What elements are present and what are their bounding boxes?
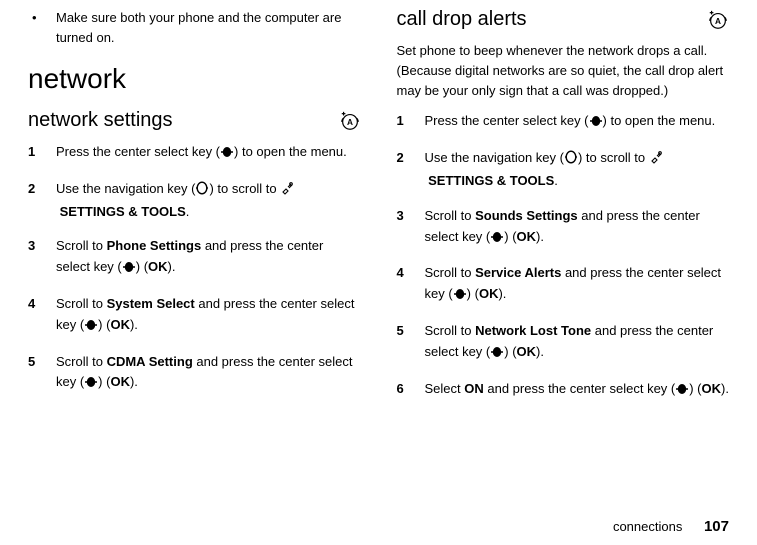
step-text: Scroll to Sounds Settings and press the …	[425, 206, 730, 250]
center-select-key-icon	[84, 374, 98, 395]
ok-label: OK	[517, 229, 537, 244]
center-select-key-icon	[453, 286, 467, 307]
page-number: 107	[704, 518, 729, 535]
step-text: Scroll to System Select and press the ce…	[56, 294, 361, 338]
step-number: 2	[397, 148, 425, 192]
right-column: call drop alerts A Set phone to beep whe…	[397, 8, 730, 415]
step-number: 6	[397, 379, 425, 402]
menu-item-label: Service Alerts	[475, 265, 561, 280]
navigation-key-icon	[195, 181, 209, 202]
center-select-key-icon	[84, 317, 98, 338]
step-number: 2	[28, 179, 56, 223]
ok-label: OK	[110, 374, 130, 389]
menu-item-label: Sounds Settings	[475, 208, 578, 223]
step: 5Scroll to CDMA Setting and press the ce…	[28, 352, 361, 396]
svg-text:A: A	[347, 118, 353, 127]
menu-item-label: SETTINGS & TOOLS	[428, 173, 554, 188]
step-text: Press the center select key () to open t…	[425, 111, 730, 134]
step-number: 3	[397, 206, 425, 250]
center-select-key-icon	[490, 344, 504, 365]
center-select-key-icon	[589, 113, 603, 134]
ok-label: OK	[479, 286, 499, 301]
center-select-key-icon	[122, 259, 136, 280]
step-text: Scroll to Phone Settings and press the c…	[56, 236, 361, 280]
settings-tools-icon	[280, 181, 294, 202]
step: 5Scroll to Network Lost Tone and press t…	[397, 321, 730, 365]
step: 4Scroll to Service Alerts and press the …	[397, 263, 730, 307]
step-text: Press the center select key () to open t…	[56, 142, 361, 165]
center-select-key-icon	[675, 381, 689, 402]
section-heading-network: network	[28, 63, 361, 95]
a-badge-icon: A	[707, 9, 729, 31]
footer-section: connections	[613, 519, 682, 534]
step-number: 1	[28, 142, 56, 165]
intro-paragraph: Set phone to beep whenever the network d…	[397, 41, 730, 101]
step-number: 5	[397, 321, 425, 365]
left-column: • Make sure both your phone and the comp…	[28, 8, 361, 415]
subheading-call-drop-alerts: call drop alerts	[397, 8, 527, 31]
menu-item-label: Network Lost Tone	[475, 323, 591, 338]
ok-label: OK	[517, 344, 537, 359]
a-badge-icon: A	[339, 110, 361, 132]
step: 3Scroll to Phone Settings and press the …	[28, 236, 361, 280]
subheading-network-settings: network settings	[28, 109, 173, 132]
step-text: Select ON and press the center select ke…	[425, 379, 730, 402]
step-number: 4	[28, 294, 56, 338]
menu-item-label: Phone Settings	[107, 238, 202, 253]
step-text: Scroll to CDMA Setting and press the cen…	[56, 352, 361, 396]
center-select-key-icon	[490, 229, 504, 250]
step-number: 4	[397, 263, 425, 307]
svg-text:A: A	[715, 17, 721, 26]
navigation-key-icon	[564, 150, 578, 171]
bullet-dot: •	[28, 8, 56, 47]
ok-label: OK	[702, 381, 722, 396]
bullet-text: Make sure both your phone and the comput…	[56, 8, 361, 47]
ok-label: OK	[148, 259, 168, 274]
center-select-key-icon	[220, 144, 234, 165]
step-text: Use the navigation key () to scroll to S…	[425, 148, 730, 192]
subheading-row: call drop alerts A	[397, 8, 730, 31]
step-number: 1	[397, 111, 425, 134]
menu-item-label: System Select	[107, 296, 195, 311]
ok-label: OK	[110, 317, 130, 332]
menu-item-label: CDMA Setting	[107, 354, 193, 369]
step: 4Scroll to System Select and press the c…	[28, 294, 361, 338]
step-text: Scroll to Service Alerts and press the c…	[425, 263, 730, 307]
subheading-row: network settings A	[28, 109, 361, 132]
step: 1Press the center select key () to open …	[28, 142, 361, 165]
step: 6Select ON and press the center select k…	[397, 379, 730, 402]
step: 2Use the navigation key () to scroll to …	[28, 179, 361, 223]
step-text: Scroll to Network Lost Tone and press th…	[425, 321, 730, 365]
step-number: 5	[28, 352, 56, 396]
page-footer: connections 107	[613, 518, 729, 535]
bullet-item: • Make sure both your phone and the comp…	[28, 8, 361, 47]
step-number: 3	[28, 236, 56, 280]
step: 1Press the center select key () to open …	[397, 111, 730, 134]
menu-item-label: ON	[464, 381, 484, 396]
settings-tools-icon	[649, 150, 663, 171]
step-text: Use the navigation key () to scroll to S…	[56, 179, 361, 223]
menu-item-label: SETTINGS & TOOLS	[60, 204, 186, 219]
step: 2Use the navigation key () to scroll to …	[397, 148, 730, 192]
step: 3Scroll to Sounds Settings and press the…	[397, 206, 730, 250]
